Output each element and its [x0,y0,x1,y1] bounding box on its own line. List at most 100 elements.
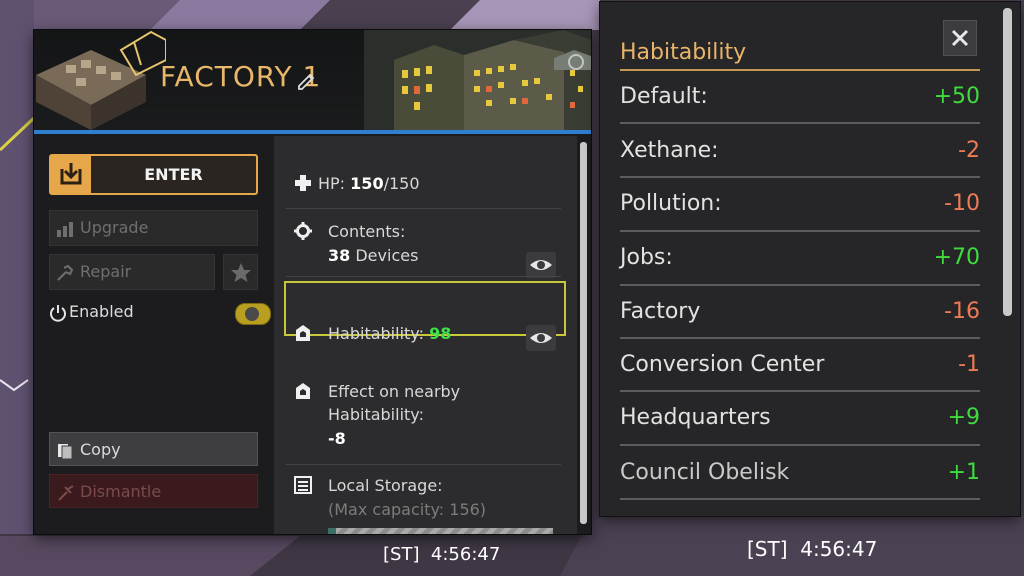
habitability-label: Habitability: [328,324,424,343]
habitability-scrollbar[interactable] [998,2,1020,516]
row-divider [620,284,980,286]
dismantle-icon [58,485,74,501]
habitability-row-jobs: Jobs: +70 [620,238,980,278]
eye-icon [530,333,552,343]
dismantle-button[interactable]: Dismantle [49,474,258,508]
row-label: Default: [620,84,708,109]
contents-label: Contents: [328,222,406,241]
contents-row: Contents: 38 Devices [286,220,561,268]
hp-row: HP: 150/150 [286,172,561,196]
upgrade-icon [57,222,73,237]
house-shield-icon [296,325,310,341]
row-label: Pollution: [620,191,722,216]
row-value: -1 [958,352,980,377]
hp-max: /150 [383,174,420,193]
enter-label: ENTER [144,165,203,184]
enabled-toggle-row: Enabled [49,300,271,328]
row-value: -10 [944,191,980,216]
contents-unit: Devices [355,246,419,265]
divider [286,464,561,465]
row-value: -16 [944,299,980,324]
row-divider [620,498,980,500]
house-shield-icon [296,383,310,399]
upgrade-button[interactable]: Upgrade [49,210,258,246]
storage-row: Local Storage: (Max capacity: 156) [286,474,561,522]
effect-value: -8 [328,429,346,448]
enabled-toggle[interactable] [235,303,271,325]
view-contents-button[interactable] [526,252,556,278]
habitability-row-factory: Factory -16 [620,292,980,332]
habitability-row-default: Default: +50 [620,77,980,117]
row-divider [620,230,980,232]
health-plus-icon [295,175,311,191]
row-label: Xethane: [620,138,719,163]
factory-thumbnail [36,30,166,130]
row-divider [620,444,980,446]
eye-icon [530,260,552,270]
row-value: +70 [933,245,980,270]
row-label: Jobs: [620,245,673,270]
row-divider [620,176,980,178]
divider [286,276,561,277]
building-info: HP: 150/150 Contents: 38 Devices Habitab… [274,136,577,534]
effect-label-line1: Effect on nearby [328,382,461,401]
favorite-button[interactable] [223,254,258,290]
scrollbar-thumb[interactable] [580,142,587,524]
toggle-knob [245,307,259,321]
contents-count: 38 [328,246,351,265]
close-button[interactable] [943,20,977,56]
enter-icon [51,156,91,193]
row-divider [620,337,980,339]
habitability-panel-title: Habitability [620,40,747,65]
copy-button[interactable]: Copy [49,432,258,466]
habitability-row-conversion-center: Conversion Center -1 [620,345,980,385]
repair-button[interactable]: Repair [49,254,215,290]
close-icon [951,29,969,47]
repair-icon [57,264,74,281]
repair-label: Repair [80,262,132,281]
game-clock-left: [ST] 4:56:47 [383,544,501,565]
star-icon [231,263,251,282]
game-clock-right: [ST] 4:56:47 [747,537,878,561]
header-accent-bar [34,130,591,134]
row-divider [620,122,980,124]
divider [286,208,561,209]
row-divider [620,390,980,392]
hp-current: 150 [350,174,384,193]
dismantle-label: Dismantle [80,482,162,501]
enter-button[interactable]: ENTER [49,154,258,195]
habitability-row-pollution: Pollution: -10 [620,184,980,224]
enabled-label: Enabled [69,302,134,321]
building-panel: FACTORY 1 ENTER Upgrade Repair Enabled C… [34,30,591,534]
storage-progress-fill [328,528,336,534]
city-building-art [364,30,591,130]
gear-icon [294,222,312,240]
habitability-value: 98 [429,324,452,343]
habitability-row-council-obelisk: Council Obelisk +1 [620,453,980,493]
row-value: +50 [933,84,980,109]
storage-list-icon [294,476,312,494]
storage-capacity: (Max capacity: 156) [328,500,487,519]
title-underline [620,69,980,71]
habitability-panel: Habitability Default: +50 Xethane: -2 Po… [600,2,1020,516]
scrollbar-thumb[interactable] [1003,8,1012,316]
upgrade-label: Upgrade [80,218,149,237]
info-scrollbar[interactable] [577,136,591,534]
row-label: Conversion Center [620,352,825,377]
hp-label: HP: [318,174,346,193]
row-label: Headquarters [620,405,771,430]
row-value: -2 [958,138,980,163]
copy-icon [58,444,73,460]
effect-label-line2: Habitability: [328,405,424,424]
habitability-row: Habitability: 98 [286,322,561,346]
row-value: +1 [947,460,980,485]
habitability-row-headquarters: Headquarters +9 [620,398,980,438]
habitability-row-xethane: Xethane: -2 [620,131,980,171]
storage-progress-bar [328,528,553,534]
building-header: FACTORY 1 [34,30,591,132]
edit-name-icon[interactable] [296,69,318,91]
row-label: Factory [620,299,701,324]
row-label: Council Obelisk [620,460,790,485]
copy-label: Copy [80,440,121,459]
view-habitability-button[interactable] [526,325,556,351]
